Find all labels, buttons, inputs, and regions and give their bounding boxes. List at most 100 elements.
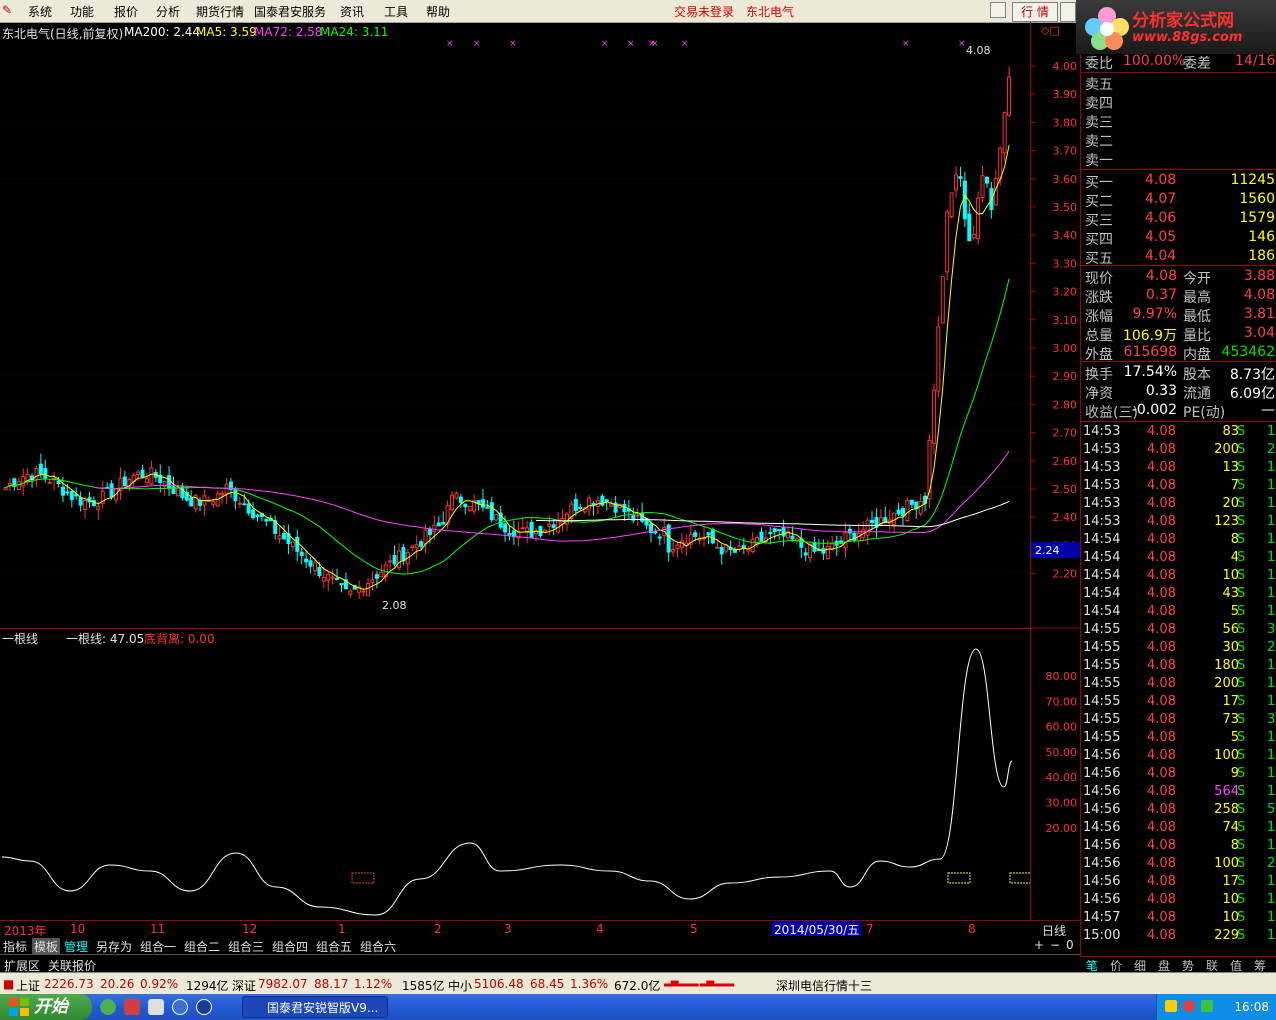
stat-label: 流通 <box>1183 386 1211 402</box>
tick-price: 4.08 <box>1147 496 1176 511</box>
windows-logo-icon <box>9 998 29 1016</box>
tick-count: 16 <box>1267 784 1276 799</box>
quicklaunch-icon[interactable] <box>196 999 212 1015</box>
signal-marker: × <box>958 39 966 49</box>
tick-volume: 200 <box>1214 442 1239 457</box>
tick-row: 14:53 4.08 7 S 1 <box>1081 478 1276 496</box>
extension-bar: 扩展区 关联报价 <box>0 954 1080 973</box>
price-axis-tick: 4.00 <box>1053 60 1078 73</box>
window-control-button[interactable] <box>1060 2 1076 22</box>
tick-volume: 100 <box>1214 856 1239 871</box>
kline-chart-panel[interactable]: 东北电气(日线,前复权) MA200: 2.44 MA5: 3.59 MA72:… <box>0 22 1030 629</box>
ie-icon[interactable] <box>172 999 188 1015</box>
clock[interactable]: 16:08 <box>1234 1000 1269 1014</box>
tab-combo-2[interactable]: 组合二 <box>184 938 220 955</box>
quicklaunch-icon[interactable] <box>124 999 140 1015</box>
menu-futures[interactable]: 期货行情 <box>196 3 244 20</box>
tab-manage[interactable]: 管理 <box>64 938 88 955</box>
indicator-chart-panel[interactable]: 一根线 一根线: 47.05 底背离: 0.00 <box>0 629 1030 919</box>
menu-quote[interactable]: 报价 <box>114 3 138 20</box>
zoom-in-button[interactable]: + <box>1034 938 1044 952</box>
stat-row: 换手 17.54% 股本 8.73亿 <box>1083 364 1276 383</box>
taskbar-app-gtja[interactable]: 国泰君安锐智版V9... <box>242 996 388 1018</box>
price-axis-tick: 3.50 <box>1053 201 1078 214</box>
stat-label: 最高 <box>1183 290 1211 306</box>
menu-help[interactable]: 帮助 <box>426 3 450 20</box>
app-icon[interactable]: ✎ <box>2 3 12 17</box>
tick-time: 14:54 <box>1083 586 1121 601</box>
tick-price: 4.08 <box>1147 856 1176 871</box>
tick-side: S <box>1237 802 1246 817</box>
tick-volume: 180 <box>1214 658 1239 673</box>
tab-combo-1[interactable]: 组合一 <box>140 938 176 955</box>
trade-login-status[interactable]: 交易未登录 <box>674 3 734 20</box>
tick-volume: 564 <box>1214 784 1239 799</box>
stat-label: 今开 <box>1183 271 1211 287</box>
menu-analysis[interactable]: 分析 <box>156 3 180 20</box>
tab-indicator[interactable]: 指标 <box>3 938 27 955</box>
tick-row: 14:55 4.08 200 S 1 <box>1081 676 1276 694</box>
tick-count: 1 <box>1267 874 1276 889</box>
tick-time: 15:00 <box>1083 928 1121 943</box>
tick-volume: 100 <box>1214 748 1239 763</box>
tray-icon[interactable] <box>1201 1000 1213 1012</box>
low-price-label: 2.08 <box>382 599 407 612</box>
tick-row: 14:54 4.08 8 S 1 <box>1081 532 1276 550</box>
tick-count: 1 <box>1267 820 1276 835</box>
date-label: 3 <box>504 922 512 936</box>
tick-row: 14:55 4.08 30 S 2 <box>1081 640 1276 658</box>
stat-value: 8.73亿 <box>1229 367 1275 383</box>
signal-marker: × <box>509 39 517 49</box>
quicklaunch-icon[interactable] <box>100 999 116 1015</box>
tray-icon[interactable] <box>1183 1000 1195 1012</box>
tick-time: 14:56 <box>1083 748 1121 763</box>
start-button[interactable]: 开始 <box>0 994 92 1020</box>
zoom-out-button[interactable]: − <box>1050 938 1060 952</box>
tick-time: 14:54 <box>1083 604 1121 619</box>
quicklaunch-icon[interactable] <box>148 999 164 1015</box>
stat-value: 615698 <box>1123 344 1177 360</box>
tick-count: 2 <box>1267 640 1276 655</box>
flower-logo-icon <box>1085 7 1129 50</box>
menu-news[interactable]: 资讯 <box>340 3 364 20</box>
stat-row: 现价 4.08 今开 3.88 <box>1083 268 1276 287</box>
tick-count: 1 <box>1267 550 1276 565</box>
sz-label[interactable]: 深证 <box>232 977 256 994</box>
minimize-icon[interactable] <box>990 2 1006 18</box>
tick-side: S <box>1237 766 1246 781</box>
tick-count: 1 <box>1267 730 1276 745</box>
price-axis-tick: 2.90 <box>1053 370 1078 383</box>
sell-row: 卖二 <box>1085 134 1113 150</box>
reset-button[interactable]: 0 <box>1066 938 1074 952</box>
tick-price: 4.08 <box>1147 766 1176 781</box>
tab-combo-5[interactable]: 组合五 <box>316 938 352 955</box>
tab-combo-3[interactable]: 组合三 <box>228 938 264 955</box>
tab-template[interactable]: 模板 <box>32 938 61 955</box>
signal-marker: × <box>601 39 609 49</box>
menu-system[interactable]: 系统 <box>28 3 52 20</box>
weicha-value: 14/16 <box>1235 53 1276 69</box>
tick-price: 4.08 <box>1147 514 1176 529</box>
tick-time: 14:57 <box>1083 910 1121 925</box>
tick-row: 14:53 4.08 123 S 1 <box>1081 514 1276 532</box>
sh-label[interactable]: 上证 <box>16 977 40 994</box>
tray-icon[interactable] <box>1165 1000 1177 1012</box>
menu-function[interactable]: 功能 <box>70 3 94 20</box>
kline-canvas[interactable]: × × × × × ×× × × × <box>0 22 1030 628</box>
tab-combo-6[interactable]: 组合六 <box>360 938 396 955</box>
tab-combo-4[interactable]: 组合四 <box>272 938 308 955</box>
quote-button[interactable]: 行 情 <box>1012 2 1058 22</box>
menu-gtja-service[interactable]: 国泰君安服务 <box>254 3 326 20</box>
zx-label[interactable]: 中小 <box>448 977 472 994</box>
tick-time: 14:54 <box>1083 532 1121 547</box>
tab-save-as[interactable]: 另存为 <box>96 938 132 955</box>
sz-change: 88.17 <box>314 977 349 991</box>
tick-side: S <box>1237 838 1246 853</box>
server-name[interactable]: 深圳电信行情十三 <box>776 977 872 994</box>
tick-count: 3 <box>1267 712 1276 727</box>
indicator-axis-tick: 40.00 <box>1046 771 1078 784</box>
indicator-canvas[interactable] <box>0 629 1030 919</box>
sh-amount: 1294亿 <box>186 979 229 993</box>
indicator-axis-tick: 30.00 <box>1046 797 1078 810</box>
menu-tools[interactable]: 工具 <box>384 3 408 20</box>
